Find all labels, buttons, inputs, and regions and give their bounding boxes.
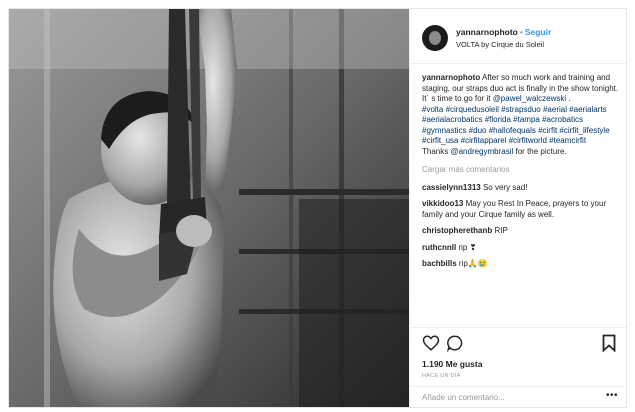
comment-item: vikkidoo13 May you Rest In Peace, prayer… [422, 199, 622, 220]
post-header: yannarnophoto • Seguir VOLTA by Cirque du … [410, 9, 626, 64]
comments-list: yannarnophoto After so much work and tra… [422, 73, 622, 325]
follow-button[interactable]: Seguir [525, 27, 551, 37]
comment-item: cassielynn1313 So very sad! [422, 183, 622, 194]
caption-username[interactable]: yannarnophoto [422, 73, 480, 82]
caption-text-2: . [566, 94, 571, 103]
add-comment-input[interactable]: Añade un comentario... [422, 393, 505, 402]
comment-username[interactable]: vikkidoo13 [422, 199, 463, 208]
separator-dot: • [519, 27, 523, 37]
add-comment-bar: Añade un comentario... ••• [410, 386, 626, 407]
comment-item: bachbills rip🙏😢 [422, 259, 622, 270]
thanks-mention[interactable]: @andregymbrasil [450, 147, 513, 156]
load-more-comments-button[interactable]: Cargar más comentarios [422, 165, 622, 176]
caption-thanks: Thanks @andregymbrasil for the picture. [422, 147, 622, 158]
thanks-text-1: Thanks [422, 146, 451, 156]
comment-username[interactable]: ruthcnnll [422, 243, 456, 252]
caption: yannarnophoto After so much work and tra… [422, 73, 622, 157]
post-timestamp: HACE UN DÍA [422, 373, 461, 379]
post-side-panel: yannarnophoto • Seguir VOLTA by Cirque du … [409, 9, 626, 407]
caption-hashtags[interactable]: #volta #cirquedusoleil #strapsduo #aeria… [422, 105, 622, 147]
likes-count[interactable]: 1.190 Me gusta [422, 359, 482, 369]
heart-outline-icon[interactable] [422, 334, 440, 352]
comment-text: So very sad! [482, 182, 528, 192]
comment-text: rip🙏😢 [458, 259, 488, 268]
header-line: yannarnophoto • Seguir [456, 27, 551, 37]
post-actions: 1.190 Me gusta HACE UN DÍA Añade un come… [410, 327, 626, 407]
caption-mention[interactable]: @pawel_walczewski [493, 94, 566, 103]
avatar[interactable] [422, 25, 448, 51]
bookmark-icon[interactable] [602, 334, 616, 353]
comment-item: ruthcnnll rip ❣ [422, 243, 622, 254]
comment-username[interactable]: bachbills [422, 259, 457, 268]
comment-username[interactable]: christopherethanb [422, 226, 492, 235]
comment-item: christopherethanb RIP [422, 226, 622, 237]
comment-text: rip ❣ [458, 242, 477, 252]
comment-text: RIP [494, 226, 508, 235]
post-photo[interactable] [9, 9, 409, 407]
speech-bubble-icon[interactable] [446, 334, 464, 353]
avatar-face [429, 31, 441, 45]
header-username[interactable]: yannarnophoto [456, 27, 518, 37]
location-link[interactable]: VOLTA by Cirque du Soleil [456, 40, 544, 49]
comment-username[interactable]: cassielynn1313 [422, 183, 481, 192]
ellipsis-icon[interactable]: ••• [606, 390, 618, 401]
instagram-post: yannarnophoto • Seguir VOLTA by Cirque du … [8, 8, 627, 408]
acrobat-photo [9, 9, 409, 407]
thanks-text-2: for the picture. [513, 146, 567, 156]
